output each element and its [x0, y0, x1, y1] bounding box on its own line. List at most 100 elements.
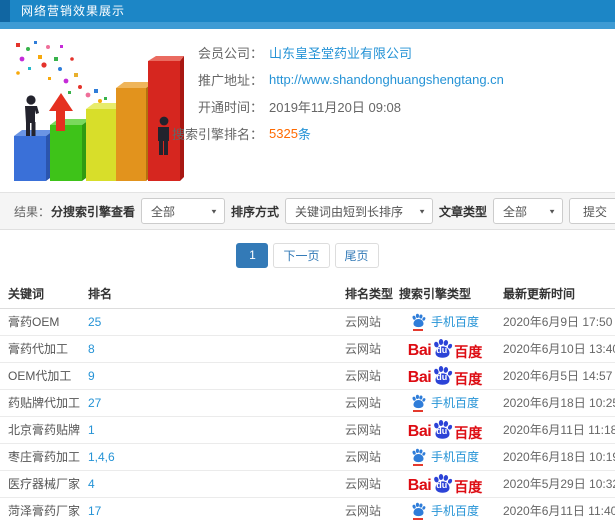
baidu-logo-icon: Bai du 百度 [408, 473, 482, 494]
rank-type-text: 云网站 [337, 416, 395, 444]
keyword-text: 枣庄膏药加工 [0, 443, 80, 471]
member-info-fields: 会员公司： 山东皇圣堂药业有限公司 推广地址： http://www.shand… [148, 39, 504, 147]
col-header-updated: 最新更新时间 [495, 280, 615, 309]
updated-time-text: 2020年6月18日 10:19 [495, 443, 615, 471]
rank-link[interactable]: 27 [88, 396, 101, 410]
bar-blue [14, 130, 54, 181]
rank-link[interactable]: 1 [88, 423, 95, 437]
rank-count-label: 搜索引擎排名： [171, 127, 263, 142]
table-row: 菏泽膏药厂家 17 云网站 手机百度 2020年6月11日 11:40 [0, 497, 615, 520]
header-sub-stripe [0, 22, 615, 29]
table-row: 医疗器械厂家 4 云网站 Bai du 百度 2020年5月29日 10:32 [0, 470, 615, 498]
page-button-current[interactable]: 1 [236, 242, 269, 268]
promotion-url-link[interactable]: http://www.shandonghuangshengtang.cn [269, 72, 504, 87]
page-title: 网络营销效果展示 [21, 4, 126, 18]
next-page-button[interactable]: 下一页 [273, 242, 330, 268]
rank-link[interactable]: 1,4,6 [88, 450, 115, 464]
rank-type-text: 云网站 [337, 335, 395, 363]
field-url: 推广地址： http://www.shandonghuangshengtang.… [148, 66, 504, 93]
company-link[interactable]: 山东皇圣堂药业有限公司 [269, 43, 412, 62]
article-type-label: 文章类型 [438, 204, 487, 219]
article-type-select-value: 全部 [503, 204, 528, 219]
col-header-engine-type: 搜索引擎类型 [395, 280, 495, 309]
col-header-keyword: 关键词 [0, 280, 80, 309]
mobile-baidu-icon: 手机百度 [411, 313, 479, 331]
result-label: 结果： [14, 204, 51, 219]
filter-bar: 结果： 分搜索引擎查看 全部 ▼ 排序方式 关键词由短到长排序 ▼ 文章类型 全… [0, 192, 615, 230]
rank-type-text: 云网站 [337, 470, 395, 498]
rank-type-text: 云网站 [337, 362, 395, 390]
sort-filter-label: 排序方式 [230, 204, 279, 219]
rank-type-text: 云网站 [337, 308, 395, 336]
rank-count-value: 5325 [269, 126, 298, 141]
table-row: 膏药代加工 8 云网站 Bai du 百度 2020年6月10日 13:40 [0, 335, 615, 363]
rank-link[interactable]: 17 [88, 504, 101, 518]
updated-time-text: 2020年6月11日 11:18 [495, 416, 615, 444]
table-header-row: 关键词 排名 排名类型 搜索引擎类型 最新更新时间 [0, 280, 615, 309]
updated-time-text: 2020年6月10日 13:40 [495, 335, 615, 363]
engine-select[interactable]: 全部 ▼ [140, 198, 225, 224]
sort-select-value: 关键词由短到长排序 [294, 204, 403, 219]
businessman-left [25, 95, 39, 136]
updated-time-text: 2020年6月9日 17:50 [495, 308, 615, 336]
company-label: 会员公司： [197, 46, 263, 61]
baidu-paw-icon [411, 502, 426, 520]
baidu-paw-icon [411, 394, 426, 412]
baidu-paw-icon: du [432, 365, 453, 386]
baidu-paw-icon: du [432, 473, 453, 494]
table-row: 药贴牌代加工 27 云网站 手机百度 2020年6月18日 10:25 [0, 389, 615, 417]
col-header-rank: 排名 [80, 280, 337, 309]
last-page-button[interactable]: 尾页 [334, 242, 379, 268]
header-left-stripe [0, 0, 10, 22]
col-header-rank-type: 排名类型 [337, 280, 395, 309]
sort-select[interactable]: 关键词由短到长排序 ▼ [284, 198, 433, 224]
member-info-section: 会员公司： 山东皇圣堂药业有限公司 推广地址： http://www.shand… [0, 29, 615, 192]
keyword-text: 菏泽膏药厂家 [0, 497, 80, 520]
rank-link[interactable]: 25 [88, 315, 101, 329]
engine-select-value: 全部 [150, 204, 175, 219]
submit-button[interactable]: 提交 [569, 198, 615, 224]
rank-count-suffix: 条 [297, 127, 311, 142]
article-type-select[interactable]: 全部 ▼ [493, 198, 563, 224]
baidu-paw-icon [411, 313, 426, 331]
pagination: 1 下一页 尾页 [0, 230, 615, 280]
updated-time-text: 2020年6月18日 10:25 [495, 389, 615, 417]
table-row: OEM代加工 9 云网站 Bai du 百度 2020年6月5日 14:57 [0, 362, 615, 390]
baidu-paw-icon: du [432, 419, 453, 440]
rank-type-text: 云网站 [337, 389, 395, 417]
table-row: 膏药OEM 25 云网站 手机百度 2020年6月9日 17:50 [0, 308, 615, 336]
rank-link[interactable]: 9 [88, 369, 95, 383]
open-time-label: 开通时间： [197, 100, 263, 115]
chevron-down-icon: ▼ [418, 207, 426, 215]
field-rank-count: 搜索引擎排名： 5325 条 [148, 120, 504, 147]
rank-type-text: 云网站 [337, 443, 395, 471]
baidu-paw-icon [411, 448, 426, 466]
field-open-time: 开通时间： 2019年11月20日 09:08 [148, 93, 504, 120]
table-row: 北京膏药贴牌 1 云网站 Bai du 百度 2020年6月11日 11:18 [0, 416, 615, 444]
field-company: 会员公司： 山东皇圣堂药业有限公司 [148, 39, 504, 66]
updated-time-text: 2020年6月11日 11:40 [495, 497, 615, 520]
mobile-baidu-icon: 手机百度 [411, 502, 479, 520]
baidu-logo-icon: Bai du 百度 [408, 419, 482, 440]
chevron-down-icon: ▼ [210, 207, 218, 215]
keyword-text: 膏药OEM [0, 308, 80, 336]
baidu-logo-icon: Bai du 百度 [408, 338, 482, 359]
results-table: 关键词 排名 排名类型 搜索引擎类型 最新更新时间 膏药OEM 25 云网站 手机百度… [0, 280, 615, 520]
open-time-value: 2019年11月20日 09:08 [269, 100, 402, 115]
rank-type-text: 云网站 [337, 497, 395, 520]
baidu-paw-icon: du [432, 338, 453, 359]
updated-time-text: 2020年5月29日 10:32 [495, 470, 615, 498]
table-body: 膏药OEM 25 云网站 手机百度 2020年6月9日 17:50 膏药代加工 8 云网站 Ba… [0, 308, 615, 520]
baidu-logo-icon: Bai du 百度 [408, 365, 482, 386]
chevron-down-icon: ▼ [548, 207, 556, 215]
rank-link[interactable]: 8 [88, 342, 95, 356]
keyword-text: 北京膏药贴牌 [0, 416, 80, 444]
updated-time-text: 2020年6月5日 14:57 [495, 362, 615, 390]
keyword-text: 医疗器械厂家 [0, 470, 80, 498]
mobile-baidu-icon: 手机百度 [411, 448, 479, 466]
table-row: 枣庄膏药加工 1,4,6 云网站 手机百度 2020年6月18日 10:19 [0, 443, 615, 471]
mobile-baidu-icon: 手机百度 [411, 394, 479, 412]
keyword-text: 膏药代加工 [0, 335, 80, 363]
keyword-text: 药贴牌代加工 [0, 389, 80, 417]
rank-link[interactable]: 4 [88, 477, 95, 491]
